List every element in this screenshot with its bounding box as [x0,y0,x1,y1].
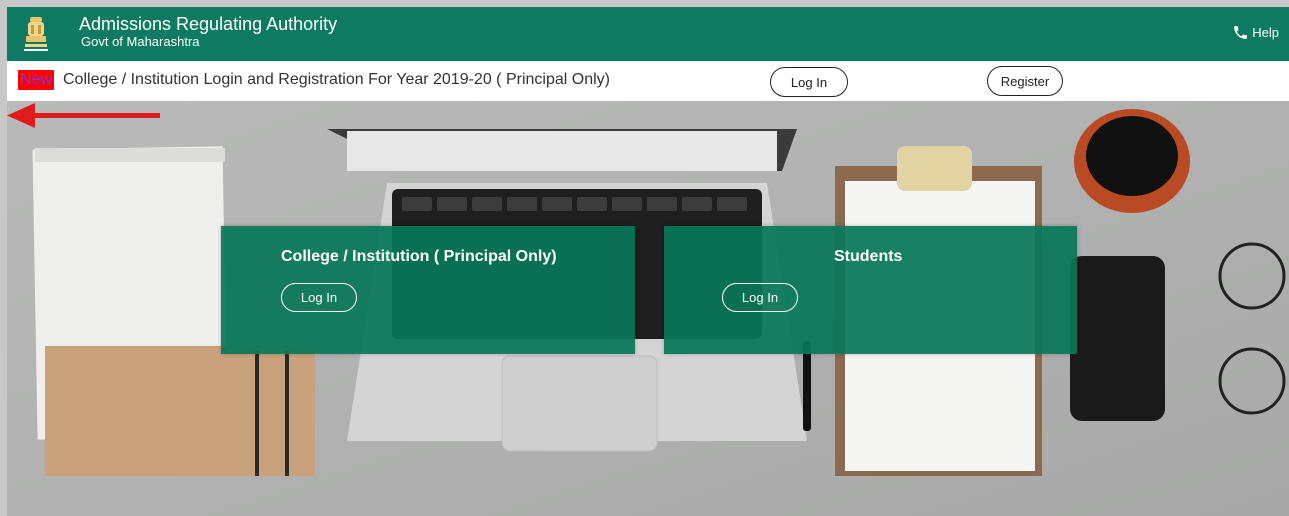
hero-section: College / Institution ( Principal Only) … [7,101,1289,516]
site-title: Admissions Regulating Authority [79,14,338,34]
desk-background-image [7,101,1289,516]
site-header: Admissions Regulating Authority Govt of … [7,7,1289,61]
help-label: Help [1252,25,1279,40]
red-arrow-icon [7,103,160,128]
announcement-bar: New College / Institution Login and Regi… [7,61,1289,101]
help-link[interactable]: Help [1232,24,1279,41]
students-login-button[interactable]: Log In [722,283,798,312]
students-panel-title: Students [834,248,903,265]
college-panel: College / Institution ( Principal Only) … [221,226,635,354]
college-panel-login-button[interactable]: Log In [281,283,357,312]
students-panel: Students Log In [664,226,1077,354]
phone-icon [1234,26,1248,39]
announcement-text: College / Institution Login and Registra… [63,71,610,88]
app-window: Admissions Regulating Authority Govt of … [0,0,1289,516]
state-emblem-icon [24,17,48,51]
college-panel-title: College / Institution ( Principal Only) [281,248,557,265]
college-login-button[interactable]: Log In [770,67,848,97]
college-register-button[interactable]: Register [987,66,1063,96]
new-badge: New [18,70,55,90]
site-subtitle: Govt of Maharashtra [81,34,200,49]
